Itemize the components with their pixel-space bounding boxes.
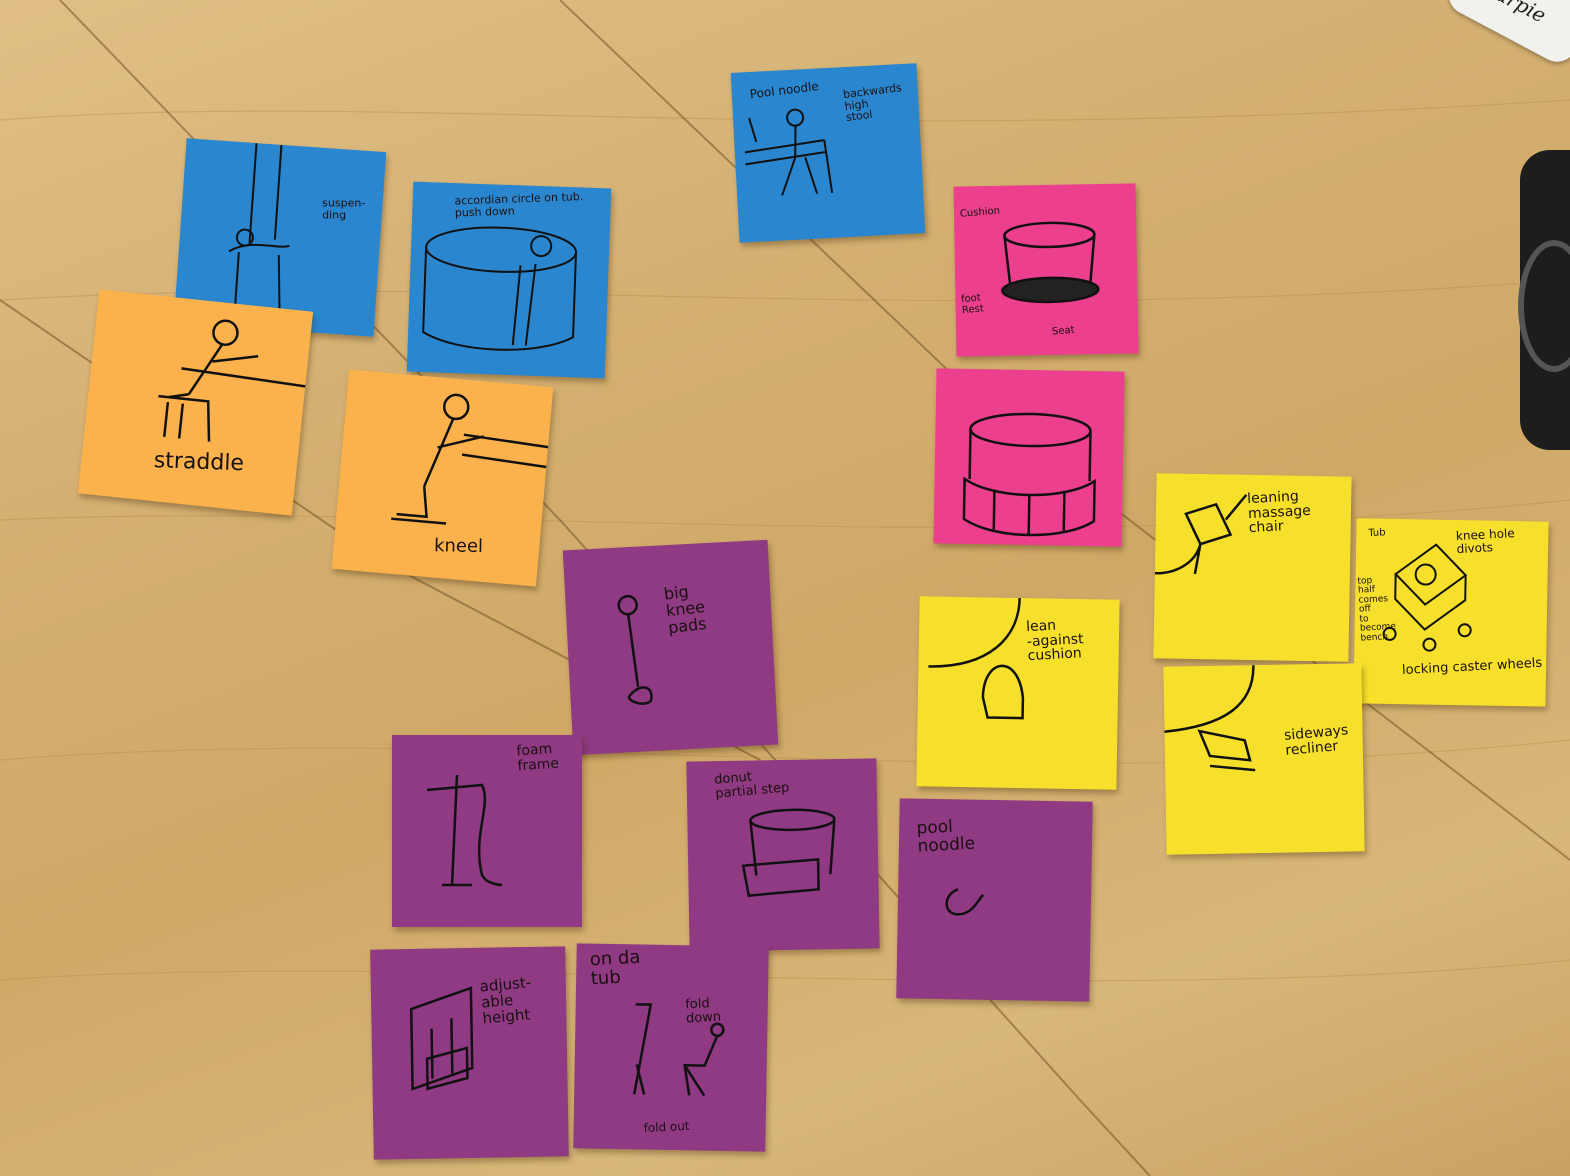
sticky-note-foam-frame: foam frame [392, 735, 582, 927]
sticky-note-massage-chair: leaning massage chair [1153, 473, 1352, 662]
label-fold-out: fold out [643, 1118, 690, 1136]
label-kneel: kneel [433, 535, 484, 558]
sharpie-marker: Sharpie [1441, 0, 1570, 69]
label-straddle: straddle [153, 448, 245, 477]
label-accordion: accordian circle on tub. push down [454, 190, 584, 220]
label-tub: Tub [1368, 527, 1386, 540]
label-adjustable-height: adjust- able height [478, 973, 532, 1027]
label-fold-down: fold down [684, 996, 722, 1027]
lean-cushion-drawing [928, 597, 1025, 720]
sticky-note-donut-step: donut partial step [686, 758, 880, 952]
straddle-drawing [158, 319, 306, 442]
label-lean-against-cushion: lean -against cushion [1025, 617, 1084, 665]
label-suspending: suspen- ding [322, 196, 366, 221]
sticky-note-pool-noodle-stool: Pool noodle backwards high stool [730, 63, 926, 243]
label-sideways-recliner: sideways recliner [1283, 722, 1349, 759]
label-knee-hole-divots: knee hole divots [1455, 526, 1516, 556]
sticky-note-accordion: accordian circle on tub. push down [406, 181, 612, 379]
label-on-da-tub: on da tub [589, 946, 641, 990]
sticky-note-on-da-tub: on da tub fold down fold out [573, 943, 769, 1152]
label-top-half: top half comes off to become bench [1357, 575, 1397, 644]
recliner-drawing [1164, 665, 1256, 772]
sticky-note-adjustable-height: adjust- able height [370, 946, 569, 1160]
sticky-note-lean-cushion: lean -against cushion [916, 596, 1120, 790]
sticky-note-caster-wheels: Tub knee hole divots top half comes off … [1353, 518, 1549, 707]
sticky-note-drawer-tub [933, 368, 1125, 547]
photo-scene: Sharpie suspen- ding accordian circle on… [0, 0, 1570, 1176]
sticky-note-kneel: kneel [331, 369, 554, 587]
sticky-note-sideways-recliner: sideways recliner [1163, 663, 1365, 855]
label-leaning-massage-chair: leaning massage chair [1246, 488, 1312, 537]
label-pool-noodle: pool noodle [916, 816, 976, 857]
adjustable-height-drawing [409, 986, 474, 1091]
label-seat: Seat [1051, 324, 1076, 338]
knee-pads-drawing [617, 594, 653, 705]
marker-brand: Sharpie [1469, 0, 1550, 27]
sticky-note-big-knee-pads: big knee pads [562, 539, 779, 756]
label-foot-rest: foot Rest [960, 292, 985, 316]
label-big-knee-pads: big knee pads [662, 581, 708, 637]
sticky-note-straddle: straddle [77, 289, 314, 516]
label-high-stool: backwards high stool [842, 81, 903, 125]
label-foam-frame: foam frame [515, 740, 560, 775]
sticky-note-pool-noodle: pool noodle [896, 798, 1093, 1002]
sticky-note-cushion-seat: Cushion foot Rest Seat [953, 183, 1139, 357]
drawer-tub-drawing [962, 412, 1096, 537]
